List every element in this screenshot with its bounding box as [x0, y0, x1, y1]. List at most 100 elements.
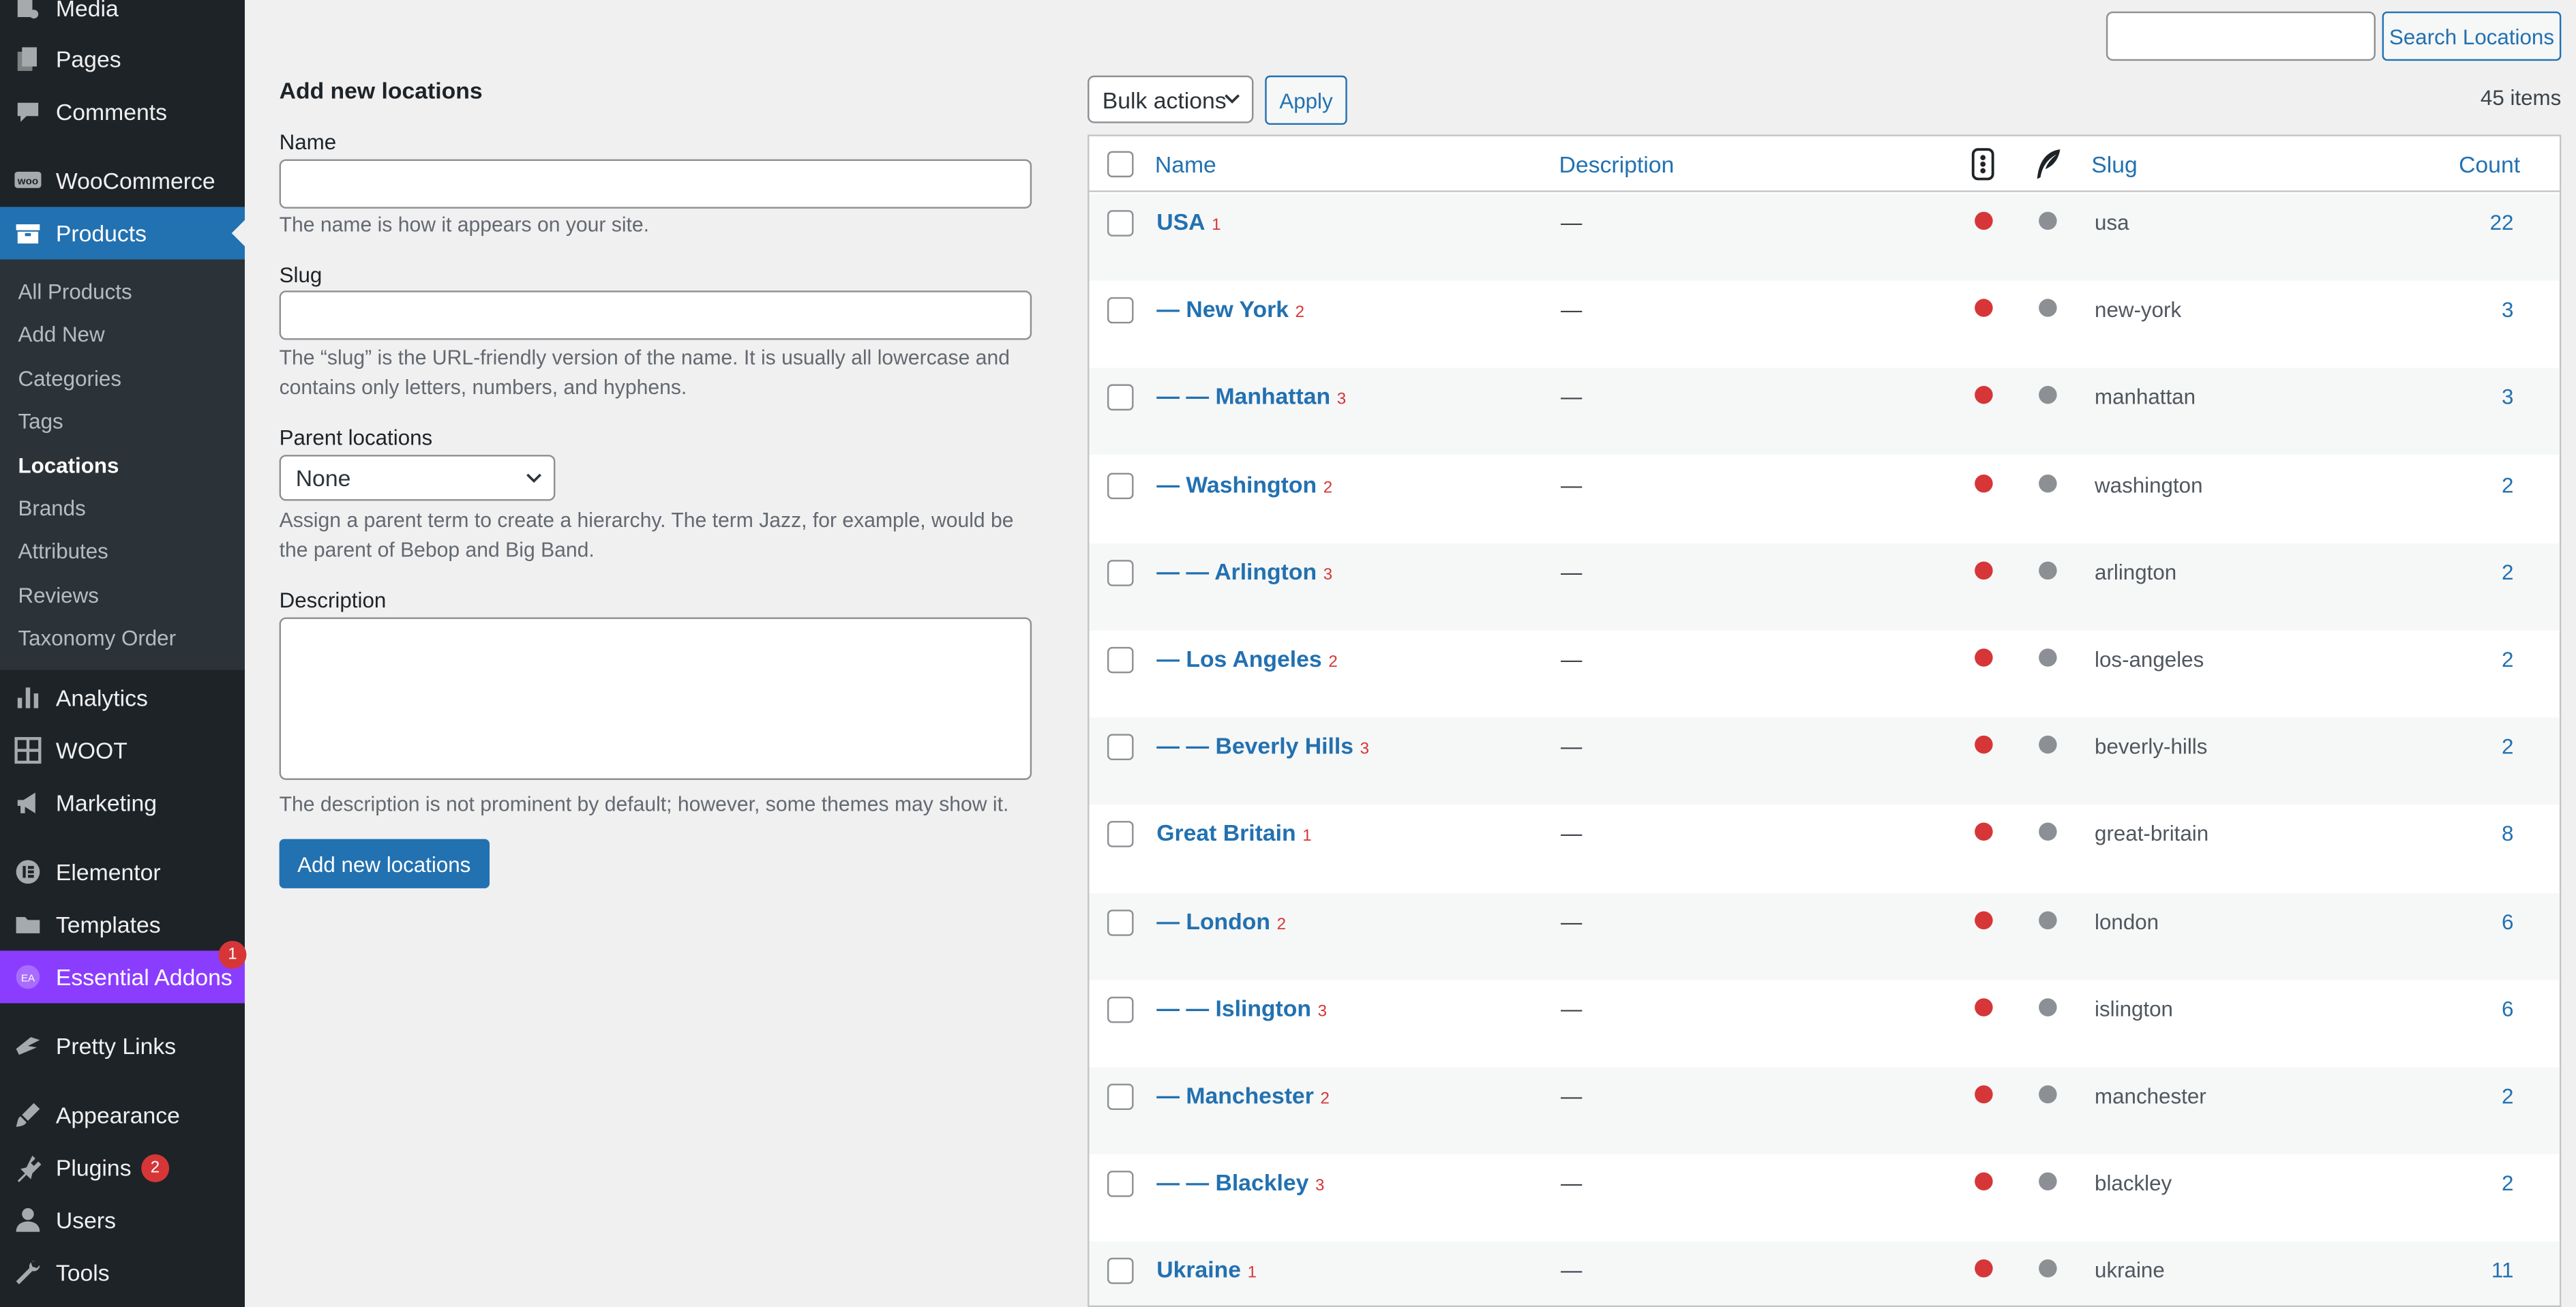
- menu-products[interactable]: Products: [0, 207, 245, 260]
- submenu-tags[interactable]: Tags: [18, 409, 63, 434]
- menu-pages[interactable]: Pages: [0, 33, 245, 85]
- row-name-link[interactable]: — Los Angeles 2: [1156, 645, 1337, 672]
- row-checkbox[interactable]: [1107, 1171, 1134, 1198]
- row-name-link[interactable]: Great Britain 1: [1156, 820, 1311, 847]
- search-input[interactable]: [2106, 11, 2376, 61]
- row-count-link[interactable]: 6: [2502, 909, 2513, 933]
- menu-plugins[interactable]: Plugins 2: [0, 1141, 245, 1194]
- menu-elementor-label: Elementor: [55, 858, 161, 886]
- menu-elementor[interactable]: Elementor: [0, 845, 245, 898]
- submenu-locations[interactable]: Locations: [18, 453, 119, 478]
- row-name-link[interactable]: — Washington 2: [1156, 470, 1332, 497]
- submenu-all-products[interactable]: All Products: [18, 279, 132, 303]
- submenu-taxonomy-order[interactable]: Taxonomy Order: [18, 626, 177, 650]
- row-name-link[interactable]: — London 2: [1156, 907, 1286, 934]
- row-count-link[interactable]: 2: [2502, 1171, 2513, 1196]
- row-name-link[interactable]: — New York 2: [1156, 296, 1304, 322]
- row-level-marker: 2: [1320, 1090, 1330, 1109]
- slug-input[interactable]: [279, 290, 1032, 340]
- row-name-link[interactable]: — — Arlington 3: [1156, 558, 1332, 584]
- row-name-link[interactable]: — — Beverly Hills 3: [1156, 733, 1369, 760]
- menu-media[interactable]: Media: [0, 0, 245, 35]
- column-count-header[interactable]: Count: [2459, 151, 2520, 178]
- column-description-header[interactable]: Description: [1559, 151, 1675, 178]
- apply-button[interactable]: Apply: [1265, 75, 1347, 125]
- menu-products-label: Products: [55, 220, 147, 247]
- menu-users[interactable]: Users: [0, 1194, 245, 1246]
- menu-marketing[interactable]: Marketing: [0, 777, 245, 829]
- row-status-dot: [1975, 1260, 1993, 1278]
- row-slug: beverly-hills: [2095, 734, 2208, 760]
- name-input[interactable]: [279, 159, 1032, 209]
- submenu-attributes[interactable]: Attributes: [18, 539, 108, 563]
- feather-column-icon[interactable]: [2034, 148, 2063, 181]
- row-level-marker: 2: [1328, 653, 1338, 672]
- bulk-actions-select[interactable]: Bulk actions: [1088, 75, 1254, 123]
- menu-essential-addons-label: Essential Addons: [55, 963, 233, 991]
- row-status-dot: [1975, 386, 1993, 405]
- menu-essential-addons[interactable]: EA Essential Addons 1: [0, 940, 247, 1004]
- row-checkbox[interactable]: [1107, 646, 1134, 674]
- row-name-text: — Manchester: [1156, 1082, 1314, 1109]
- menu-pretty-links[interactable]: Pretty Links: [0, 1020, 245, 1072]
- submenu-reviews[interactable]: Reviews: [18, 583, 99, 607]
- table-header: Name Description Slug Count: [1089, 136, 2560, 192]
- row-name-link[interactable]: — Manchester 2: [1156, 1082, 1330, 1109]
- row-checkbox[interactable]: [1107, 909, 1134, 935]
- row-count-link[interactable]: 8: [2502, 822, 2513, 846]
- row-name-link[interactable]: — — Islington 3: [1156, 995, 1327, 1021]
- select-all-checkbox[interactable]: [1107, 151, 1134, 178]
- row-count-link[interactable]: 3: [2502, 297, 2513, 322]
- row-checkbox[interactable]: [1107, 210, 1134, 237]
- row-count-link[interactable]: 11: [2491, 1259, 2514, 1283]
- row-slug: los-angeles: [2095, 646, 2204, 672]
- submenu-add-new[interactable]: Add New: [18, 322, 105, 346]
- marketing-icon: [0, 788, 56, 817]
- row-count-link[interactable]: 2: [2502, 472, 2513, 497]
- menu-appearance[interactable]: Appearance: [0, 1089, 245, 1141]
- row-count-link[interactable]: 2: [2502, 560, 2513, 584]
- table-row: — New York 2 — new-york 3: [1089, 281, 2559, 368]
- menu-woot[interactable]: WOOT: [0, 724, 245, 777]
- row-count-link[interactable]: 2: [2502, 647, 2513, 672]
- column-name-header[interactable]: Name: [1155, 151, 1216, 178]
- menu-woocommerce[interactable]: woo WooCommerce: [0, 154, 245, 207]
- add-location-button[interactable]: Add new locations: [279, 839, 489, 888]
- row-name-link[interactable]: USA 1: [1156, 209, 1220, 235]
- row-checkbox[interactable]: [1107, 385, 1134, 412]
- menu-analytics[interactable]: Analytics: [0, 672, 245, 724]
- row-count-link[interactable]: 6: [2502, 996, 2513, 1021]
- row-checkbox[interactable]: [1107, 734, 1134, 761]
- description-textarea[interactable]: [279, 617, 1032, 780]
- row-name-link[interactable]: — — Manhattan 3: [1156, 383, 1346, 410]
- row-checkbox[interactable]: [1107, 1258, 1134, 1285]
- row-checkbox[interactable]: [1107, 822, 1134, 848]
- row-checkbox[interactable]: [1107, 1083, 1134, 1111]
- row-count-link[interactable]: 2: [2502, 734, 2513, 759]
- row-name-link[interactable]: Ukraine 1: [1156, 1257, 1257, 1283]
- row-count-link[interactable]: 3: [2502, 385, 2513, 409]
- submenu-categories[interactable]: Categories: [18, 366, 121, 391]
- row-checkbox[interactable]: [1107, 559, 1134, 586]
- parent-select[interactable]: None: [279, 455, 556, 501]
- row-checkbox[interactable]: [1107, 472, 1134, 499]
- submenu-brands[interactable]: Brands: [18, 496, 86, 520]
- row-name-text: — Washington: [1156, 470, 1317, 497]
- menu-tools[interactable]: Tools: [0, 1246, 245, 1299]
- woocommerce-icon: woo: [0, 166, 56, 195]
- row-count-link[interactable]: 2: [2502, 1083, 2513, 1108]
- row-secondary-dot: [2039, 736, 2057, 754]
- menu-comments[interactable]: Comments: [0, 85, 245, 138]
- row-secondary-dot: [2039, 648, 2057, 667]
- row-checkbox[interactable]: [1107, 297, 1134, 324]
- search-locations-button[interactable]: Search Locations: [2382, 11, 2562, 61]
- table-row: — London 2 — london 6: [1089, 892, 2560, 980]
- admin-sidebar: Media Pages Comments woo WooCommerce Pro…: [0, 0, 247, 1307]
- row-checkbox[interactable]: [1107, 996, 1134, 1023]
- row-count-link[interactable]: 22: [2490, 210, 2514, 235]
- menu-templates[interactable]: Templates: [0, 898, 245, 950]
- status-column-icon[interactable]: [1971, 148, 1994, 181]
- column-slug-header[interactable]: Slug: [2091, 151, 2138, 178]
- row-status-dot: [1975, 474, 1993, 492]
- row-name-link[interactable]: — — Blackley 3: [1156, 1169, 1324, 1196]
